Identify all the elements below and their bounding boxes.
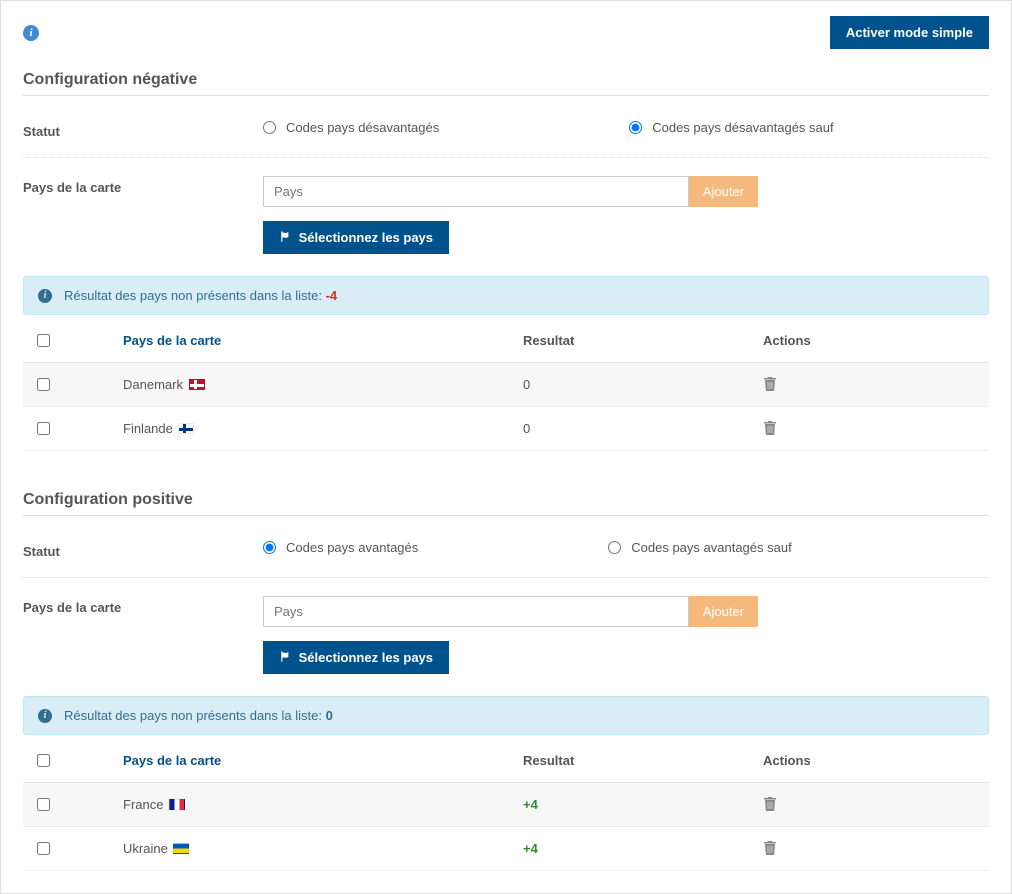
- positive-th-actions: Actions: [753, 739, 989, 783]
- negative-info-text: Résultat des pays non présents dans la l…: [64, 288, 326, 303]
- negative-th-result: Resultat: [513, 319, 753, 363]
- positive-select-all-checkbox[interactable]: [37, 754, 50, 767]
- row-result: +4: [513, 783, 753, 827]
- positive-select-countries-button[interactable]: Sélectionnez les pays: [263, 641, 449, 674]
- row-checkbox[interactable]: [37, 422, 50, 435]
- negative-th-country[interactable]: Pays de la carte: [113, 319, 513, 363]
- positive-th-country[interactable]: Pays de la carte: [113, 739, 513, 783]
- positive-country-label: Pays de la carte: [23, 596, 263, 615]
- table-row: Finlande 0: [23, 407, 989, 451]
- negative-config-heading: Configuration négative: [23, 71, 989, 96]
- negative-select-countries-label: Sélectionnez les pays: [299, 230, 433, 245]
- flag-fi-icon: [178, 423, 194, 434]
- negative-info-bar: i Résultat des pays non présents dans la…: [23, 276, 989, 315]
- activate-simple-mode-button[interactable]: Activer mode simple: [830, 16, 989, 49]
- delete-icon[interactable]: [763, 843, 777, 858]
- negative-country-input[interactable]: [263, 176, 689, 207]
- positive-select-countries-label: Sélectionnez les pays: [299, 650, 433, 665]
- negative-th-actions: Actions: [753, 319, 989, 363]
- radio-positive-adv[interactable]: Codes pays avantagés: [263, 540, 418, 555]
- delete-icon[interactable]: [763, 799, 777, 814]
- radio-negative-disadv-input[interactable]: [263, 121, 276, 134]
- negative-add-button[interactable]: Ajouter: [689, 176, 758, 207]
- row-country: Finlande: [113, 407, 513, 451]
- delete-icon[interactable]: [763, 379, 777, 394]
- row-country: France: [113, 783, 513, 827]
- row-checkbox[interactable]: [37, 378, 50, 391]
- radio-negative-disadv-label: Codes pays désavantagés: [286, 120, 439, 135]
- positive-country-input[interactable]: [263, 596, 689, 627]
- radio-negative-disadv-sauf[interactable]: Codes pays désavantagés sauf: [629, 120, 833, 135]
- negative-table: Pays de la carte Resultat Actions Danema…: [23, 319, 989, 451]
- info-icon[interactable]: i: [23, 25, 39, 41]
- flag-icon: [279, 650, 291, 663]
- flag-dk-icon: [189, 379, 205, 390]
- positive-config-heading: Configuration positive: [23, 491, 989, 516]
- row-result: +4: [513, 827, 753, 871]
- row-result: 0: [513, 363, 753, 407]
- positive-add-button[interactable]: Ajouter: [689, 596, 758, 627]
- negative-status-label: Statut: [23, 120, 263, 139]
- flag-fr-icon: [169, 799, 185, 810]
- table-row: Ukraine +4: [23, 827, 989, 871]
- info-icon: i: [38, 289, 52, 303]
- table-row: Danemark 0: [23, 363, 989, 407]
- positive-table: Pays de la carte Resultat Actions France…: [23, 739, 989, 871]
- positive-info-bar: i Résultat des pays non présents dans la…: [23, 696, 989, 735]
- info-icon: i: [38, 709, 52, 723]
- flag-icon: [279, 230, 291, 243]
- negative-select-all-checkbox[interactable]: [37, 334, 50, 347]
- radio-positive-adv-label: Codes pays avantagés: [286, 540, 418, 555]
- delete-icon[interactable]: [763, 423, 777, 438]
- row-country: Danemark: [113, 363, 513, 407]
- table-row: France +4: [23, 783, 989, 827]
- radio-positive-adv-input[interactable]: [263, 541, 276, 554]
- positive-th-result: Resultat: [513, 739, 753, 783]
- row-checkbox[interactable]: [37, 798, 50, 811]
- radio-positive-adv-sauf[interactable]: Codes pays avantagés sauf: [608, 540, 791, 555]
- radio-positive-adv-sauf-input[interactable]: [608, 541, 621, 554]
- radio-negative-disadv-sauf-label: Codes pays désavantagés sauf: [652, 120, 833, 135]
- radio-positive-adv-sauf-label: Codes pays avantagés sauf: [631, 540, 791, 555]
- flag-ua-icon: [173, 843, 189, 854]
- radio-negative-disadv-sauf-input[interactable]: [629, 121, 642, 134]
- positive-status-label: Statut: [23, 540, 263, 559]
- radio-negative-disadv[interactable]: Codes pays désavantagés: [263, 120, 439, 135]
- negative-select-countries-button[interactable]: Sélectionnez les pays: [263, 221, 449, 254]
- row-result: 0: [513, 407, 753, 451]
- negative-info-value: -4: [326, 288, 338, 303]
- row-country: Ukraine: [113, 827, 513, 871]
- positive-info-text: Résultat des pays non présents dans la l…: [64, 708, 326, 723]
- row-checkbox[interactable]: [37, 842, 50, 855]
- negative-country-label: Pays de la carte: [23, 176, 263, 195]
- positive-info-value: 0: [326, 708, 333, 723]
